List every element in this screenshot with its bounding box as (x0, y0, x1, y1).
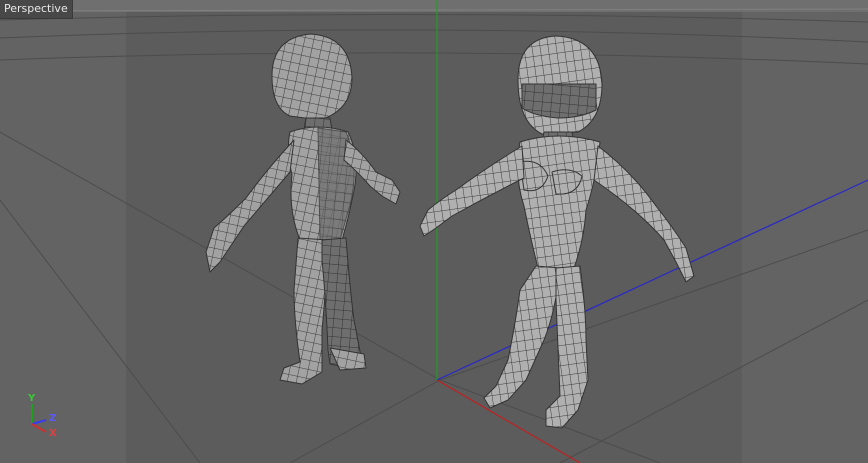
viewport-title[interactable]: Perspective (0, 0, 73, 19)
arm-left-front (419, 145, 525, 237)
leg-left (279, 237, 329, 385)
arm-right-front (593, 145, 695, 283)
helmet-back (271, 33, 353, 121)
safe-frame-right (742, 0, 868, 463)
leg-right (321, 237, 363, 369)
arm-left (205, 139, 295, 273)
leg-left-front (483, 265, 561, 409)
axis-x-label: X (49, 428, 57, 439)
ground-grid (0, 13, 868, 463)
axis-gizmo: Y Z X (18, 394, 66, 446)
visor (521, 83, 597, 119)
axis-z-label: Z (49, 413, 57, 424)
axis-y-label: Y (28, 393, 36, 404)
viewport-scene[interactable] (0, 0, 868, 463)
torso-front (517, 135, 601, 269)
perspective-viewport[interactable]: Perspective Y Z X (0, 0, 868, 463)
axis-gizmo-lines (31, 404, 47, 433)
character-back-view (205, 33, 401, 385)
safe-frame-left (0, 0, 126, 463)
